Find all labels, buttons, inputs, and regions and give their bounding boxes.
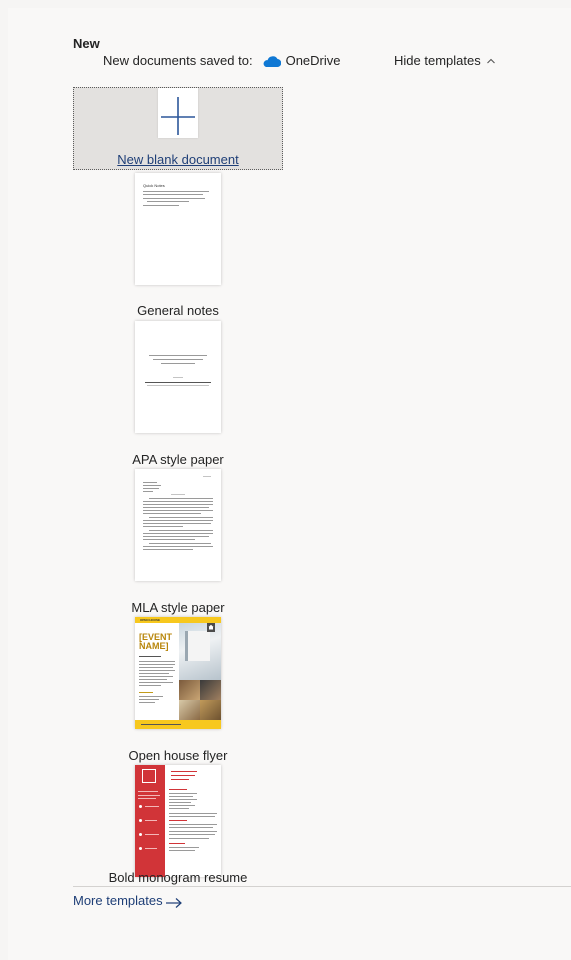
save-location-row: New documents saved to: OneDrive <box>103 53 341 68</box>
flyer-preview-event: [EVENT NAME] <box>139 632 173 651</box>
general-notes-label: General notes <box>137 303 219 318</box>
onedrive-cloud-icon <box>263 55 281 67</box>
mla-paper-thumbnail <box>135 469 221 581</box>
new-blank-document-label: New blank document <box>117 152 239 167</box>
chevron-up-icon <box>486 58 495 63</box>
apa-paper-thumbnail <box>135 321 221 433</box>
open-house-flyer-label: Open house flyer <box>128 748 228 763</box>
more-templates-label: More templates <box>73 893 163 908</box>
footer-divider <box>73 886 571 887</box>
mla-style-paper-label: MLA style paper <box>131 600 225 615</box>
plus-icon <box>161 97 195 135</box>
open-house-flyer-thumbnail: OPEN HOUSE [EVENT NAME] <box>135 617 221 729</box>
apa-style-paper-label: APA style paper <box>132 452 224 467</box>
hide-templates-label: Hide templates <box>394 53 481 68</box>
section-heading: New <box>73 36 100 51</box>
saved-to-text: New documents saved to: <box>103 53 253 68</box>
flyer-preview-header: OPEN HOUSE <box>140 618 161 622</box>
more-templates-link[interactable]: More templates <box>73 892 183 909</box>
home-icon <box>208 624 214 630</box>
bold-monogram-resume-label: Bold monogram resume <box>108 870 248 885</box>
new-blank-document-tile[interactable]: New blank document <box>73 87 283 170</box>
hide-templates-toggle[interactable]: Hide templates <box>394 53 496 68</box>
arrow-right-icon <box>165 898 182 908</box>
bold-monogram-resume-thumbnail <box>135 765 221 877</box>
general-notes-preview-title: Quick Notes <box>143 183 165 188</box>
storage-name: OneDrive <box>285 53 341 68</box>
blank-document-thumbnail <box>158 88 198 138</box>
general-notes-thumbnail: Quick Notes <box>135 173 221 285</box>
